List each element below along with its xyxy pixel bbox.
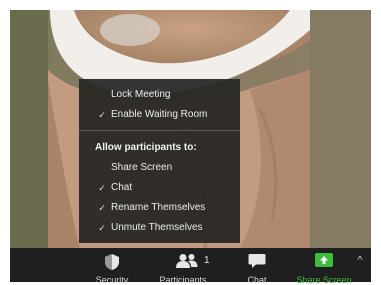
- participants-button[interactable]: 1 Participants: [148, 248, 218, 285]
- caret-up-icon: ^: [357, 255, 363, 266]
- chat-bubble-icon: [248, 254, 266, 268]
- menu-item-label: Lock Meeting: [111, 89, 171, 100]
- participants-count: 1: [204, 255, 210, 266]
- check-icon: ✓: [98, 183, 106, 193]
- menu-item-enable-waiting-room[interactable]: ✓ Enable Waiting Room: [79, 106, 240, 124]
- security-button[interactable]: Security: [82, 248, 142, 285]
- check-icon: ✓: [98, 223, 106, 233]
- menu-item-rename-themselves[interactable]: ✓ Rename Themselves: [79, 199, 240, 217]
- allow-participants-heading: Allow participants to:: [95, 142, 197, 153]
- menu-divider: [79, 130, 240, 131]
- check-icon: ✓: [98, 203, 106, 213]
- security-label: Security: [95, 275, 129, 285]
- menu-item-label: Share Screen: [111, 162, 173, 173]
- chat-label: Chat: [247, 275, 267, 285]
- share-screen-icon: [315, 253, 333, 267]
- share-screen-label: Share Screen: [296, 275, 352, 285]
- participants-icon: [176, 254, 198, 268]
- menu-item-label: Rename Themselves: [111, 202, 206, 213]
- share-screen-button[interactable]: Share Screen: [293, 248, 355, 285]
- shield-icon: [105, 254, 119, 270]
- security-menu: Lock Meeting ✓ Enable Waiting Room Allow…: [79, 79, 240, 243]
- chat-button[interactable]: Chat: [232, 248, 282, 285]
- menu-item-lock-meeting[interactable]: Lock Meeting: [79, 86, 240, 104]
- menu-item-label: Enable Waiting Room: [111, 109, 208, 120]
- menu-item-unmute-themselves[interactable]: ✓ Unmute Themselves: [79, 219, 240, 237]
- menu-item-label: Unmute Themselves: [111, 222, 203, 233]
- menu-item-share-screen[interactable]: Share Screen: [79, 159, 240, 177]
- participants-label: Participants: [159, 275, 207, 285]
- menu-item-chat[interactable]: ✓ Chat: [79, 179, 240, 197]
- meeting-toolbar: Security 1 Participants Chat Share Scree…: [10, 248, 371, 285]
- menu-item-label: Chat: [111, 182, 133, 193]
- check-icon: ✓: [98, 110, 106, 120]
- share-options-caret[interactable]: ^: [353, 248, 367, 282]
- meeting-window: Lock Meeting ✓ Enable Waiting Room Allow…: [0, 0, 381, 285]
